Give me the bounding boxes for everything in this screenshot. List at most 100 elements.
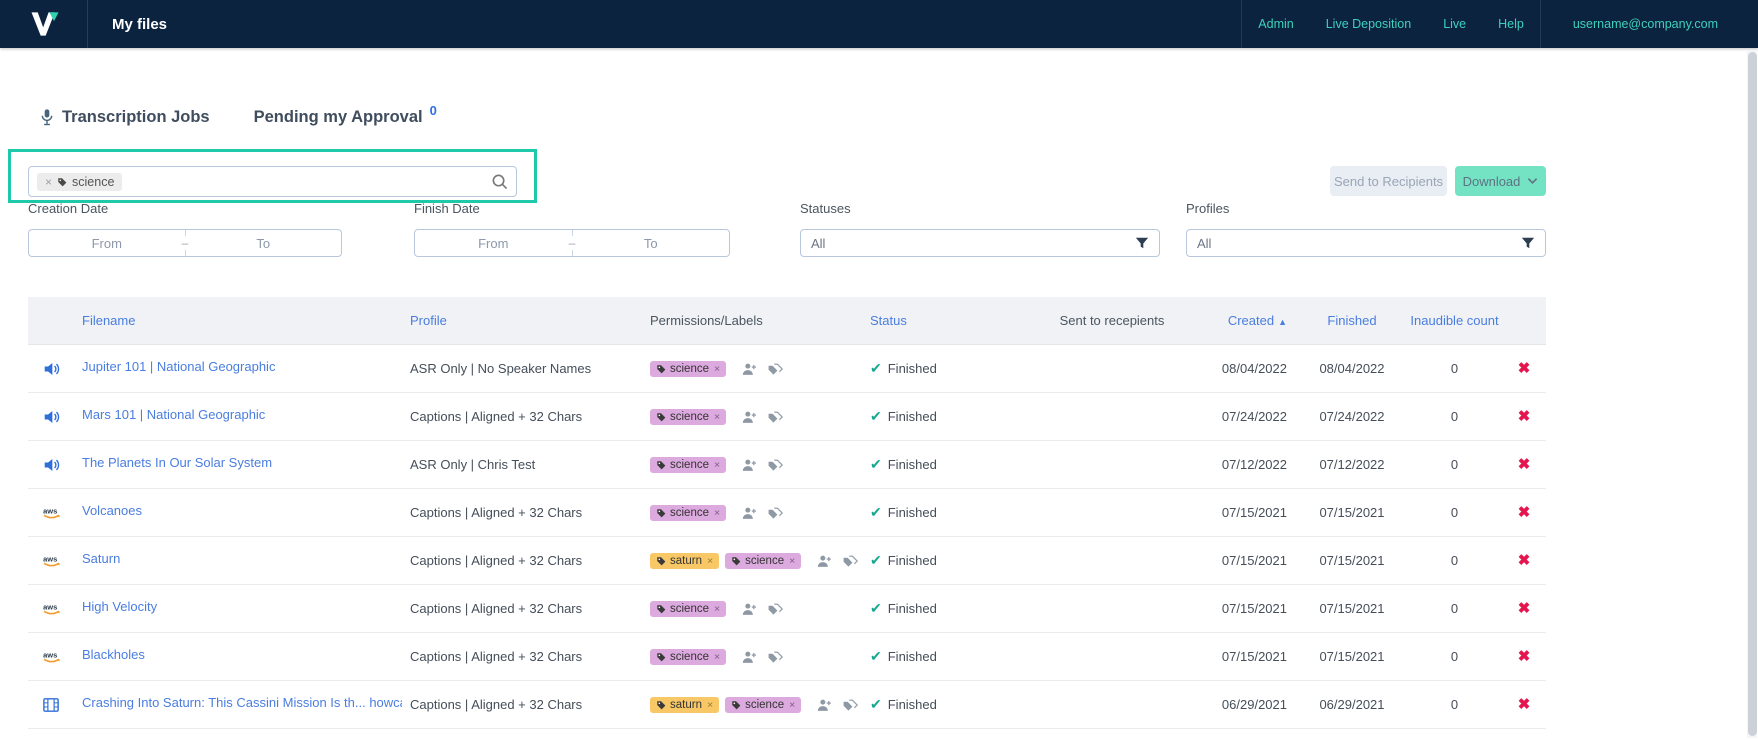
filter-funnel-icon[interactable]: [1135, 236, 1149, 250]
profiles-select[interactable]: All: [1186, 229, 1546, 257]
filename-link[interactable]: Mars 101 | National Geographic: [82, 407, 265, 422]
labels-tags-icon[interactable]: [842, 698, 858, 712]
remove-label-icon[interactable]: ×: [714, 651, 720, 663]
labels-tags-icon[interactable]: [767, 458, 783, 472]
filename-link[interactable]: Volcanoes: [82, 503, 142, 518]
creation-date-to-field[interactable]: To: [186, 236, 342, 251]
assign-user-icon[interactable]: [742, 650, 757, 664]
labels-tags-icon[interactable]: [842, 554, 858, 568]
creation-date-from-field[interactable]: From: [29, 236, 185, 251]
label-chip[interactable]: science×: [650, 361, 726, 377]
label-chip[interactable]: science×: [650, 457, 726, 473]
search-tag-chip[interactable]: × science: [37, 173, 122, 191]
send-to-recipients-button[interactable]: Send to Recipients: [1330, 166, 1447, 196]
scrollbar-thumb[interactable]: [1748, 52, 1757, 736]
download-button[interactable]: Download: [1455, 166, 1546, 196]
finish-date-to-field[interactable]: To: [573, 236, 730, 251]
header-status[interactable]: Status: [862, 313, 1032, 328]
finish-date-from-field[interactable]: From: [415, 236, 572, 251]
search-input[interactable]: × science: [28, 166, 517, 197]
filename-link[interactable]: Blackholes: [82, 647, 145, 662]
nav-link-live-deposition[interactable]: Live Deposition: [1326, 17, 1411, 31]
table-row: The Planets In Our Solar System ASR Only…: [28, 441, 1546, 489]
statuses-select[interactable]: All: [800, 229, 1160, 257]
microphone-icon: [40, 108, 54, 127]
creation-date-range-input[interactable]: From – To: [28, 229, 342, 257]
label-chip[interactable]: science×: [650, 649, 726, 665]
label-chip[interactable]: science×: [725, 697, 801, 713]
labels-tags-icon[interactable]: [767, 362, 783, 376]
created-date-cell: 07/15/2021: [1222, 649, 1287, 664]
nav-link-live[interactable]: Live: [1443, 17, 1466, 31]
assign-user-icon[interactable]: [742, 602, 757, 616]
labels-tags-icon[interactable]: [767, 602, 783, 616]
filename-link[interactable]: Jupiter 101 | National Geographic: [82, 359, 275, 374]
labels-tags-icon[interactable]: [767, 650, 783, 664]
filename-link[interactable]: Crashing Into Saturn: This Cassini Missi…: [82, 695, 402, 710]
label-chip[interactable]: science×: [650, 601, 726, 617]
label-chip[interactable]: saturn×: [650, 697, 719, 713]
tab-pending-my-approval[interactable]: Pending my Approval 0: [254, 108, 437, 127]
remove-label-icon[interactable]: ×: [789, 555, 795, 567]
filename-link[interactable]: Saturn: [82, 551, 120, 566]
v-logo-icon: [27, 9, 61, 39]
brand-logo[interactable]: [0, 0, 88, 48]
delete-job-icon[interactable]: ✖: [1518, 456, 1531, 473]
delete-job-icon[interactable]: ✖: [1518, 696, 1531, 713]
delete-job-icon[interactable]: ✖: [1518, 648, 1531, 665]
inaudible-count-cell: 0: [1451, 697, 1458, 712]
nav-link-help[interactable]: Help: [1498, 17, 1524, 31]
assign-user-icon[interactable]: [742, 362, 757, 376]
delete-job-icon[interactable]: ✖: [1518, 600, 1531, 617]
label-chip[interactable]: science×: [650, 409, 726, 425]
remove-label-icon[interactable]: ×: [714, 363, 720, 375]
label-chip[interactable]: saturn×: [650, 553, 719, 569]
remove-label-icon[interactable]: ×: [714, 507, 720, 519]
delete-job-icon[interactable]: ✖: [1518, 552, 1531, 569]
label-chip[interactable]: science×: [725, 553, 801, 569]
delete-job-icon[interactable]: ✖: [1518, 504, 1531, 521]
svg-text:aws: aws: [43, 506, 57, 515]
remove-label-icon[interactable]: ×: [789, 699, 795, 711]
tag-icon: [656, 460, 666, 470]
remove-label-icon[interactable]: ×: [707, 699, 713, 711]
svg-text:aws: aws: [43, 602, 57, 611]
remove-search-tag-icon[interactable]: ×: [45, 175, 52, 189]
filename-link[interactable]: High Velocity: [82, 599, 157, 614]
statuses-label: Statuses: [800, 201, 851, 216]
header-profile[interactable]: Profile: [402, 313, 642, 328]
svg-text:aws: aws: [43, 554, 57, 563]
labels-tags-icon[interactable]: [767, 410, 783, 424]
header-finished[interactable]: Finished: [1297, 313, 1407, 328]
header-created[interactable]: Created▲: [1192, 313, 1297, 328]
nav-link-admin[interactable]: Admin: [1258, 17, 1293, 31]
finished-check-icon: ✔: [870, 408, 882, 425]
filter-funnel-icon[interactable]: [1521, 236, 1535, 250]
assign-user-icon[interactable]: [817, 554, 832, 568]
header-filename[interactable]: Filename: [74, 313, 402, 328]
tag-icon: [731, 700, 741, 710]
user-email-menu[interactable]: username@company.com: [1573, 17, 1718, 31]
assign-user-icon[interactable]: [742, 458, 757, 472]
profile-cell: Captions | Aligned + 32 Chars: [410, 601, 582, 616]
finish-date-range-input[interactable]: From – To: [414, 229, 730, 257]
tab-transcription-jobs[interactable]: Transcription Jobs: [40, 108, 210, 127]
sort-ascending-icon: ▲: [1278, 317, 1287, 327]
labels-tags-icon[interactable]: [767, 506, 783, 520]
label-chip[interactable]: science×: [650, 505, 726, 521]
delete-job-icon[interactable]: ✖: [1518, 360, 1531, 377]
audio-file-icon: [43, 361, 60, 377]
delete-job-icon[interactable]: ✖: [1518, 408, 1531, 425]
filename-link[interactable]: The Planets In Our Solar System: [82, 455, 272, 470]
remove-label-icon[interactable]: ×: [714, 459, 720, 471]
remove-label-icon[interactable]: ×: [714, 411, 720, 423]
nav-separator: [1241, 0, 1242, 48]
assign-user-icon[interactable]: [817, 698, 832, 712]
remove-label-icon[interactable]: ×: [707, 555, 713, 567]
nav-links: Admin Live Deposition Live Help username…: [1241, 0, 1758, 48]
header-inaudible-count[interactable]: Inaudible count: [1407, 313, 1502, 328]
search-icon[interactable]: [491, 173, 508, 190]
assign-user-icon[interactable]: [742, 410, 757, 424]
assign-user-icon[interactable]: [742, 506, 757, 520]
remove-label-icon[interactable]: ×: [714, 603, 720, 615]
